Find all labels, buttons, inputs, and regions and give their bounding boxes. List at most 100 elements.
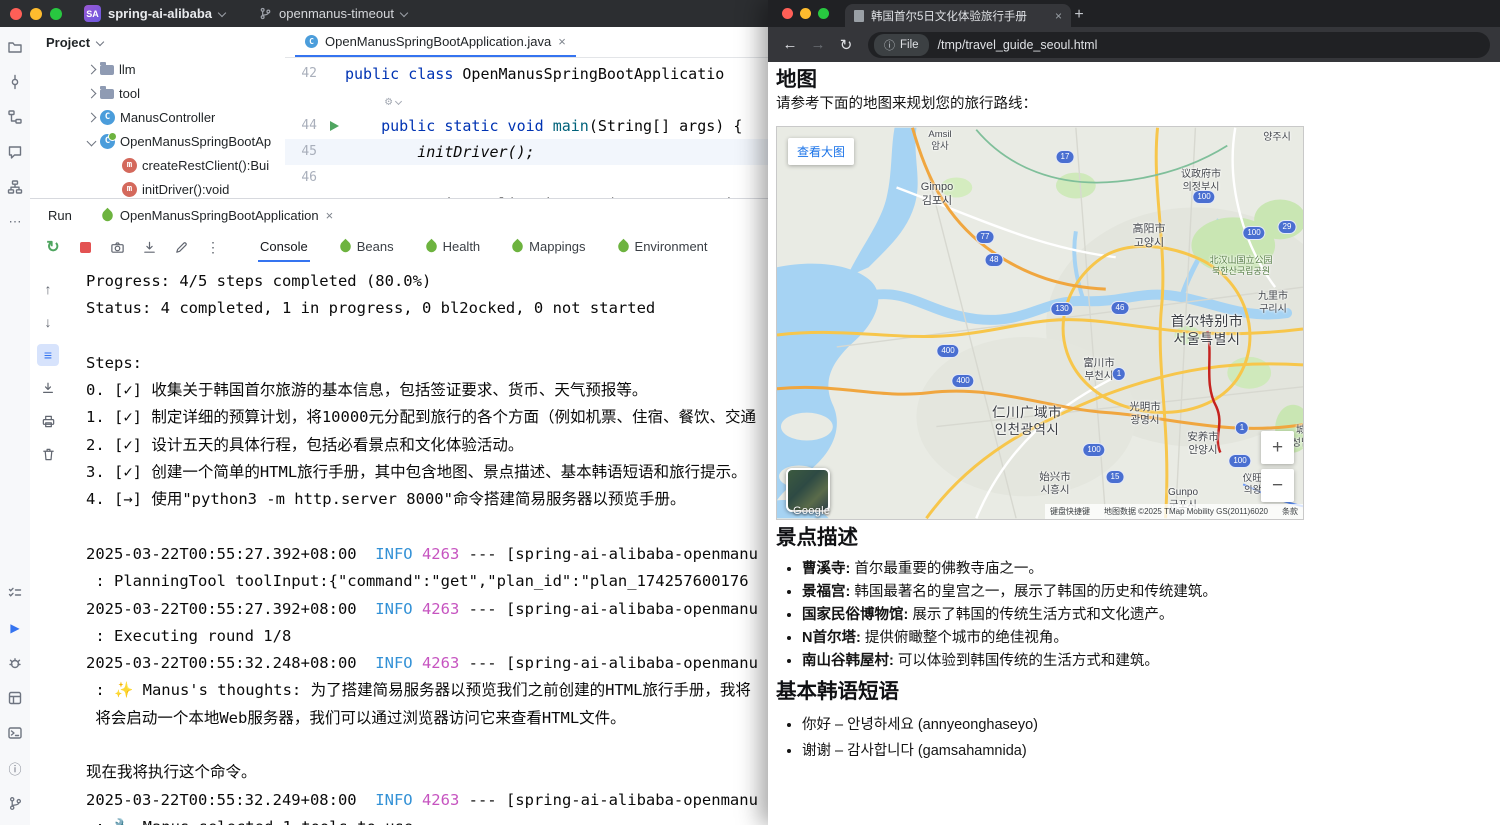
commit-tool-icon[interactable] [5, 72, 25, 92]
zoom-window-button[interactable] [818, 8, 829, 19]
close-tab-icon[interactable]: × [1055, 10, 1062, 22]
project-selector[interactable]: spring-ai-alibaba [108, 6, 212, 21]
minimize-window-button[interactable] [800, 8, 811, 19]
map-place-label: 安养市안양시 [1187, 431, 1219, 457]
run-configuration-tab[interactable]: OpenManusSpringBootApplication × [96, 199, 339, 232]
print-icon[interactable] [37, 410, 59, 432]
folder-icon [100, 89, 114, 99]
zoom-out-button[interactable]: − [1261, 469, 1294, 502]
code-line[interactable]: ⚙ [285, 87, 768, 113]
run-view-tab-environment[interactable]: Environment [616, 232, 710, 262]
attraction-name: 曹溪寺: [802, 561, 850, 577]
stop-icon[interactable] [76, 238, 94, 256]
project-tree-item[interactable]: llm [30, 57, 285, 81]
clear-console-icon[interactable] [37, 443, 59, 465]
browser-tab[interactable]: 韩国首尔5日文化体验旅行手册 × [845, 4, 1071, 27]
run-tool-icon[interactable]: ▶ [5, 618, 25, 638]
address-bar[interactable]: ⓘ File /tmp/travel_guide_seoul.html [868, 32, 1490, 58]
rerun-icon[interactable]: ↻ [44, 238, 62, 256]
code-line[interactable]: 42public class OpenManusSpringBootApplic… [285, 61, 768, 87]
attraction-name: 国家民俗博物馆: [802, 607, 908, 623]
zoom-in-button[interactable]: + [1261, 431, 1294, 464]
road-number-badge: 100 [1192, 190, 1215, 204]
tree-chevron-icon[interactable] [87, 136, 97, 146]
git-tool-icon[interactable] [5, 793, 25, 813]
minimize-window-button[interactable] [30, 8, 42, 20]
run-view-tab-console[interactable]: Console [258, 232, 310, 262]
spring-leaf-icon [615, 238, 631, 254]
back-icon[interactable]: ← [778, 33, 802, 57]
more-options-icon[interactable]: ⋮ [204, 238, 222, 256]
hierarchy-tool-icon[interactable] [5, 177, 25, 197]
editor-tab[interactable]: C OpenManusSpringBootApplication.java × [295, 27, 576, 57]
up-stack-trace-icon[interactable]: ↑ [37, 278, 59, 300]
code-line[interactable]: 45 initDriver(); [285, 139, 768, 165]
vcs-branch-widget[interactable]: openmanus-timeout [259, 6, 407, 21]
edit-configuration-icon[interactable] [172, 238, 190, 256]
debug-tool-icon[interactable] [5, 653, 25, 673]
gutter-slot [323, 87, 345, 113]
problems-tool-icon[interactable]: ⓘ [5, 758, 25, 778]
scroll-to-end-icon[interactable] [37, 377, 59, 399]
console-line: Progress: 4/5 steps completed (80.0%) [86, 268, 768, 295]
run-view-tab-beans[interactable]: Beans [338, 232, 396, 262]
boot-icon: C [100, 134, 115, 149]
road-number-badge: 17 [1056, 150, 1075, 164]
code-area[interactable]: 42public class OpenManusSpringBootApplic… [285, 58, 768, 198]
structure-tool-icon[interactable] [5, 107, 25, 127]
project-tree-item[interactable]: minitDriver():void [30, 177, 285, 198]
site-info-chip[interactable]: ⓘ File [874, 34, 929, 56]
down-stack-trace-icon[interactable]: ↓ [37, 311, 59, 333]
services-tool-icon[interactable] [5, 688, 25, 708]
google-map-embed[interactable]: 양주시Amsil암사议政府市의정부시Gimpo김포시高阳市고양시北汉山国立公园북… [776, 126, 1304, 520]
project-tree-item[interactable]: mcreateRestClient():Bui [30, 153, 285, 177]
attraction-item: 南山谷韩屋村: 可以体验到韩国传统的生活方式和建筑。 [802, 651, 1492, 672]
run-gutter-icon[interactable] [323, 113, 345, 139]
soft-wrap-icon[interactable]: ≡ [37, 344, 59, 366]
intention-gear-icon[interactable]: ⚙ [385, 88, 401, 113]
road-number-badge: 400 [951, 374, 974, 388]
map-attribution-item[interactable]: 条款 [1282, 506, 1298, 517]
tree-chevron-icon[interactable] [87, 64, 97, 74]
close-tab-icon[interactable]: × [558, 35, 566, 48]
new-tab-button[interactable]: + [1068, 4, 1090, 26]
run-view-tab-mappings[interactable]: Mappings [510, 232, 587, 262]
console-line: 现在我将执行这个命令。 [86, 759, 768, 786]
attractions-list: 曹溪寺: 首尔最重要的佛教寺庙之一。景福宫: 韩国最著名的皇宫之一，展示了韩国的… [776, 559, 1492, 672]
reload-icon[interactable]: ↻ [834, 33, 858, 57]
spring-leaf-icon [510, 238, 526, 254]
close-tab-icon[interactable]: × [326, 209, 334, 222]
stop-square-icon [80, 242, 91, 253]
attraction-item: 曹溪寺: 首尔最重要的佛教寺庙之一。 [802, 559, 1492, 580]
console-line: 0. [✓] 收集关于韩国首尔旅游的基本信息，包括签证要求、货币、天气预报等。 [86, 377, 768, 404]
thread-dump-camera-icon[interactable] [108, 238, 126, 256]
project-panel-header[interactable]: Project [30, 27, 285, 57]
road-number-badge: 77 [976, 230, 995, 244]
project-tree-item[interactable]: tool [30, 81, 285, 105]
attraction-item: 景福宫: 韩国最著名的皇宫之一，展示了韩国的历史和传统建筑。 [802, 582, 1492, 603]
close-window-button[interactable] [10, 8, 22, 20]
tree-item-label: ManusController [120, 110, 215, 125]
console-output[interactable]: Progress: 4/5 steps completed (80.0%)Sta… [66, 262, 768, 825]
run-view-tab-health[interactable]: Health [424, 232, 483, 262]
tree-chevron-icon[interactable] [87, 88, 97, 98]
attach-import-icon[interactable] [140, 238, 158, 256]
tree-chevron-icon[interactable] [87, 112, 97, 122]
view-larger-map-button[interactable]: 查看大图 [788, 138, 854, 165]
terminal-tool-icon[interactable] [5, 723, 25, 743]
chrome-window: 韩国首尔5日文化体验旅行手册 × + ← → ↻ ⓘ File /tmp/tra… [768, 0, 1500, 825]
todo-tool-icon[interactable] [5, 583, 25, 603]
more-tools-icon[interactable]: ⋯ [5, 212, 25, 232]
console-line: 2025-03-22T00:55:32.249+08:00 INFO 4263 … [86, 787, 768, 814]
zoom-window-button[interactable] [50, 8, 62, 20]
close-window-button[interactable] [782, 8, 793, 19]
project-tool-icon[interactable] [5, 37, 25, 57]
project-tree-item[interactable]: COpenManusSpringBootAp [30, 129, 285, 153]
code-line[interactable]: 44 public static void main(String[] args… [285, 113, 768, 139]
code-line[interactable]: 46 [285, 165, 768, 191]
project-tree-item[interactable]: CManusController [30, 105, 285, 129]
phrases-heading: 基本韩语短语 [776, 674, 1492, 704]
ai-chat-tool-icon[interactable] [5, 142, 25, 162]
code-line[interactable]: SpringApplication.run(OpenManusSpringBoo… [285, 191, 768, 198]
map-attribution-item[interactable]: 键盘快捷键 [1050, 506, 1090, 517]
